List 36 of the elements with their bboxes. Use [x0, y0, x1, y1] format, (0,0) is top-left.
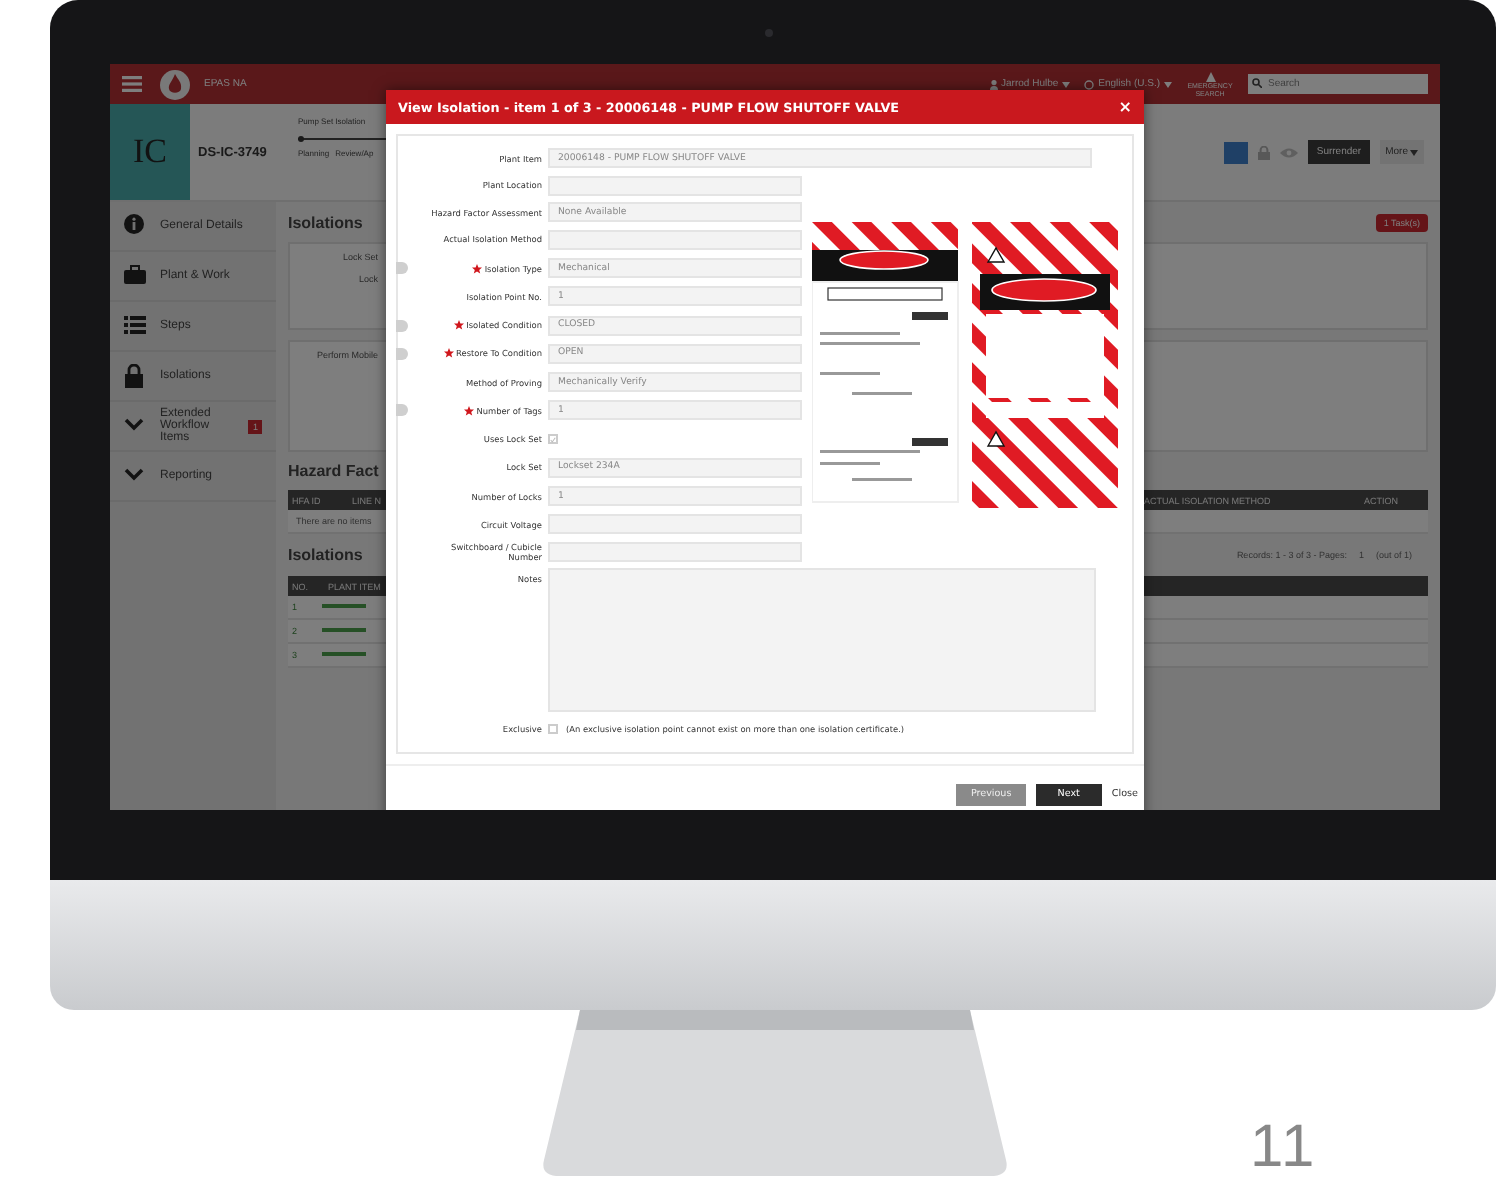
- drag-handle[interactable]: [396, 319, 408, 332]
- warning-icon: [1205, 71, 1215, 81]
- checkbox[interactable]: [548, 724, 558, 734]
- list-icon: [124, 314, 146, 338]
- plant-item-link[interactable]: [321, 652, 366, 656]
- input-field[interactable]: [548, 514, 802, 534]
- person-icon: [989, 79, 998, 89]
- caret-icon: [1410, 149, 1418, 155]
- drag-handle[interactable]: [396, 347, 408, 360]
- eye-icon[interactable]: [1280, 147, 1299, 157]
- briefcase-icon: [124, 264, 146, 288]
- close-button[interactable]: ×: [1118, 98, 1132, 116]
- drag-handle[interactable]: [396, 404, 408, 417]
- globe-icon: [1084, 79, 1095, 89]
- info-icon: [124, 214, 146, 238]
- input-field[interactable]: [548, 229, 802, 250]
- step-dot: [298, 136, 304, 142]
- plant-item-link[interactable]: [321, 604, 366, 608]
- page-number: 11: [1250, 1114, 1317, 1182]
- caret-icon: [1164, 81, 1172, 87]
- notes-textarea[interactable]: [548, 568, 1096, 712]
- drag-handle[interactable]: [396, 262, 408, 275]
- padlock-icon[interactable]: [1258, 145, 1271, 159]
- input-field[interactable]: [548, 541, 802, 561]
- hamburger-menu-icon[interactable]: [122, 76, 142, 92]
- search-icon: [1252, 78, 1262, 88]
- edit-button[interactable]: [1224, 141, 1249, 163]
- input-field[interactable]: [548, 175, 802, 195]
- check-icon: [550, 435, 556, 444]
- plant-item-link[interactable]: [321, 628, 366, 632]
- checkbox[interactable]: [548, 434, 558, 445]
- record-type-tile: IC: [110, 104, 190, 200]
- section-heading: Isolations: [288, 214, 363, 232]
- padlock-icon: [124, 364, 146, 388]
- section-heading: Hazard Fact: [288, 462, 379, 480]
- section-heading: Isolations: [288, 546, 363, 564]
